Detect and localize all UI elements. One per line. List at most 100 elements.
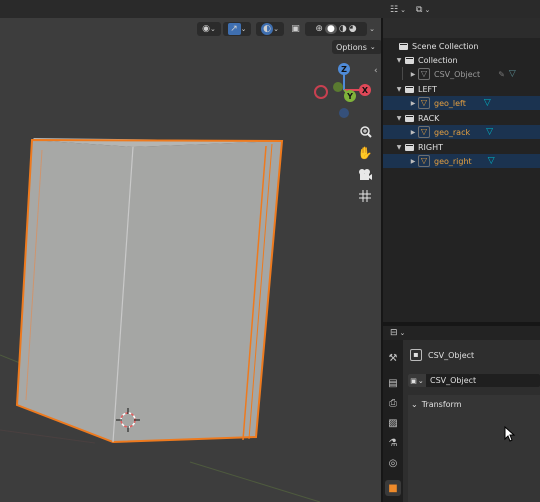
object-label: CSV_Object bbox=[434, 69, 481, 79]
transform-label: Transform bbox=[421, 399, 462, 409]
properties-icon: ⊟ bbox=[390, 328, 398, 338]
chevron-down-icon: ⌄ bbox=[209, 25, 216, 33]
outliner-row-geo-right[interactable]: ▶ ▽ geo_right ▽ bbox=[383, 154, 540, 168]
navigation-gizmo: Z X Y bbox=[314, 63, 371, 118]
outliner-row-csv-object[interactable]: ▶ ▽ CSV_Object ✎ ▽ bbox=[383, 67, 540, 81]
object-label: geo_right bbox=[434, 156, 472, 166]
expand-arrow-icon[interactable]: ▶ bbox=[409, 158, 417, 165]
gizmo-x-label: X bbox=[362, 86, 369, 95]
wireframe-shading-icon[interactable]: ⊕ bbox=[315, 24, 323, 34]
mesh-data-icon[interactable]: ▽ bbox=[486, 127, 493, 137]
grid-ortho-icon[interactable] bbox=[356, 187, 374, 205]
mesh-object-icon: ▽ bbox=[418, 97, 430, 109]
chevron-down-icon: ⌄ bbox=[411, 399, 418, 409]
chevron-down-icon: ⌄ bbox=[400, 6, 406, 14]
chevron-down-icon: ⌄ bbox=[369, 25, 375, 33]
view-layer-icon[interactable]: ▨ bbox=[385, 415, 401, 431]
viewport-header bbox=[0, 0, 381, 18]
gizmo-z-label: Z bbox=[341, 65, 347, 74]
outliner-row-collection[interactable]: ▼ Collection bbox=[383, 53, 540, 67]
outliner-row-geo-rack[interactable]: ▶ ▽ geo_rack ▽ bbox=[383, 125, 540, 139]
grid-line-x-axis bbox=[0, 429, 96, 444]
world-icon[interactable]: ◎ bbox=[385, 455, 401, 471]
view-object-types-button[interactable]: ◉ ⌄ bbox=[197, 22, 221, 36]
eye-filter-icon: ◉ bbox=[202, 24, 210, 34]
collection-icon bbox=[405, 143, 414, 151]
mesh-object-icon: ▽ bbox=[418, 155, 430, 167]
chevron-down-icon: ⌄ bbox=[273, 25, 279, 33]
options-button[interactable]: Options ⌄ bbox=[332, 40, 381, 54]
filter-icon: ⧉ bbox=[416, 5, 423, 15]
options-label: Options bbox=[336, 42, 367, 52]
outliner-filter-button[interactable]: ⧉ ⌄ bbox=[416, 3, 430, 17]
mesh-data-icon[interactable]: ▽ bbox=[488, 156, 495, 166]
overlays-icon: ◐ bbox=[261, 23, 274, 35]
scene-icon[interactable]: ⚗ bbox=[385, 435, 401, 451]
object-label: geo_rack bbox=[434, 127, 471, 137]
gizmo-neg-z-icon bbox=[339, 108, 349, 118]
chevron-down-icon: ⌄ bbox=[240, 25, 247, 33]
3d-viewport[interactable]: Z X Y ◉ ⌄ ↗ ⌄ ◐ ⌄ ▣ ⊕ ● ◑ ◕ ⌄ Options ⌄ ‹ bbox=[0, 0, 381, 502]
collection-label: RIGHT bbox=[418, 142, 444, 152]
object-name-value[interactable]: CSV_Object bbox=[430, 376, 476, 385]
transform-panel bbox=[408, 395, 540, 502]
outliner-row-rack[interactable]: ▼ RACK bbox=[383, 111, 540, 125]
object-label: geo_left bbox=[434, 98, 466, 108]
material-shading-icon[interactable]: ◑ bbox=[339, 24, 347, 34]
shading-modes[interactable]: ⊕ ● ◑ ◕ bbox=[305, 22, 367, 36]
output-icon[interactable]: ⎙ bbox=[385, 395, 401, 411]
collection-icon bbox=[405, 85, 414, 93]
object-type-dropdown[interactable]: ▣ ⌄ bbox=[408, 374, 426, 387]
mesh-object-icon: ▽ bbox=[418, 126, 430, 138]
modifier-wrench-icon[interactable]: ✎ bbox=[498, 70, 505, 79]
expand-arrow-icon[interactable]: ▼ bbox=[395, 57, 403, 64]
gizmo-toggle-button[interactable]: ↗ ⌄ bbox=[223, 22, 251, 36]
hand-pan-icon[interactable]: ✋ bbox=[356, 144, 374, 162]
chevron-down-icon: ⌄ bbox=[399, 329, 406, 337]
list-tree-icon: ☷ bbox=[390, 5, 399, 15]
viewport-scene[interactable]: Z X Y bbox=[0, 0, 381, 502]
expand-arrow-icon[interactable]: ▶ bbox=[409, 100, 417, 107]
outliner-row-right[interactable]: ▼ RIGHT bbox=[383, 140, 540, 154]
expand-arrow-icon[interactable]: ▼ bbox=[395, 115, 403, 122]
sidebar-toggle-icon[interactable]: ‹ bbox=[374, 66, 378, 76]
expand-arrow-icon[interactable]: ▶ bbox=[409, 129, 417, 136]
outliner-row-geo-left[interactable]: ▶ ▽ geo_left ▽ bbox=[383, 96, 540, 110]
outliner-row-left[interactable]: ▼ LEFT bbox=[383, 82, 540, 96]
collection-icon bbox=[405, 114, 414, 122]
tool-icon[interactable]: ⚒ bbox=[385, 350, 401, 366]
mesh-data-icon[interactable]: ▽ bbox=[484, 98, 491, 108]
collection-label: Collection bbox=[418, 55, 458, 65]
object-icon: ▣ bbox=[410, 376, 417, 385]
grid-line-y-axis-2 bbox=[189, 461, 321, 502]
box-front-face bbox=[113, 141, 282, 442]
collection-label: RACK bbox=[418, 113, 440, 123]
expand-arrow-icon[interactable]: ▼ bbox=[395, 86, 403, 93]
object-icon[interactable]: ■ bbox=[385, 480, 401, 496]
mesh-data-icon[interactable]: ▽ bbox=[509, 69, 516, 79]
gizmo-y-label: Y bbox=[346, 92, 353, 101]
collection-icon bbox=[405, 56, 414, 64]
expand-arrow-icon[interactable]: ▶ bbox=[409, 71, 417, 78]
rendered-shading-icon[interactable]: ◕ bbox=[349, 24, 357, 34]
transform-panel-header[interactable]: ⌄ Transform bbox=[411, 398, 462, 410]
properties-editor-type-button[interactable]: ⊟ ⌄ bbox=[390, 326, 405, 340]
xray-toggle-button[interactable]: ▣ bbox=[289, 22, 302, 36]
collection-label: LEFT bbox=[418, 84, 437, 94]
zoom-icon[interactable] bbox=[356, 122, 374, 140]
object-context-row: ▪ CSV_Object bbox=[410, 348, 474, 362]
gizmo-neg-x-icon bbox=[314, 85, 328, 99]
object-name-field[interactable]: ▣ ⌄ CSV_Object bbox=[408, 374, 540, 387]
expand-arrow-icon[interactable]: ▼ bbox=[395, 144, 403, 151]
render-icon[interactable]: ▤ bbox=[385, 375, 401, 391]
chevron-down-icon: ⌄ bbox=[424, 6, 431, 14]
shading-options-button[interactable]: ⌄ bbox=[367, 22, 377, 36]
scene-collection-label: Scene Collection bbox=[412, 41, 479, 51]
outliner-row-scene-collection[interactable]: Scene Collection bbox=[383, 39, 540, 53]
gizmo-icon: ↗ bbox=[227, 23, 241, 35]
chevron-down-icon: ⌄ bbox=[417, 376, 424, 385]
solid-shading-icon[interactable]: ● bbox=[324, 24, 337, 34]
camera-icon[interactable] bbox=[356, 165, 374, 183]
outliner-display-mode-button[interactable]: ☷ ⌄ bbox=[390, 3, 406, 17]
overlays-toggle-button[interactable]: ◐ ⌄ bbox=[256, 22, 284, 36]
